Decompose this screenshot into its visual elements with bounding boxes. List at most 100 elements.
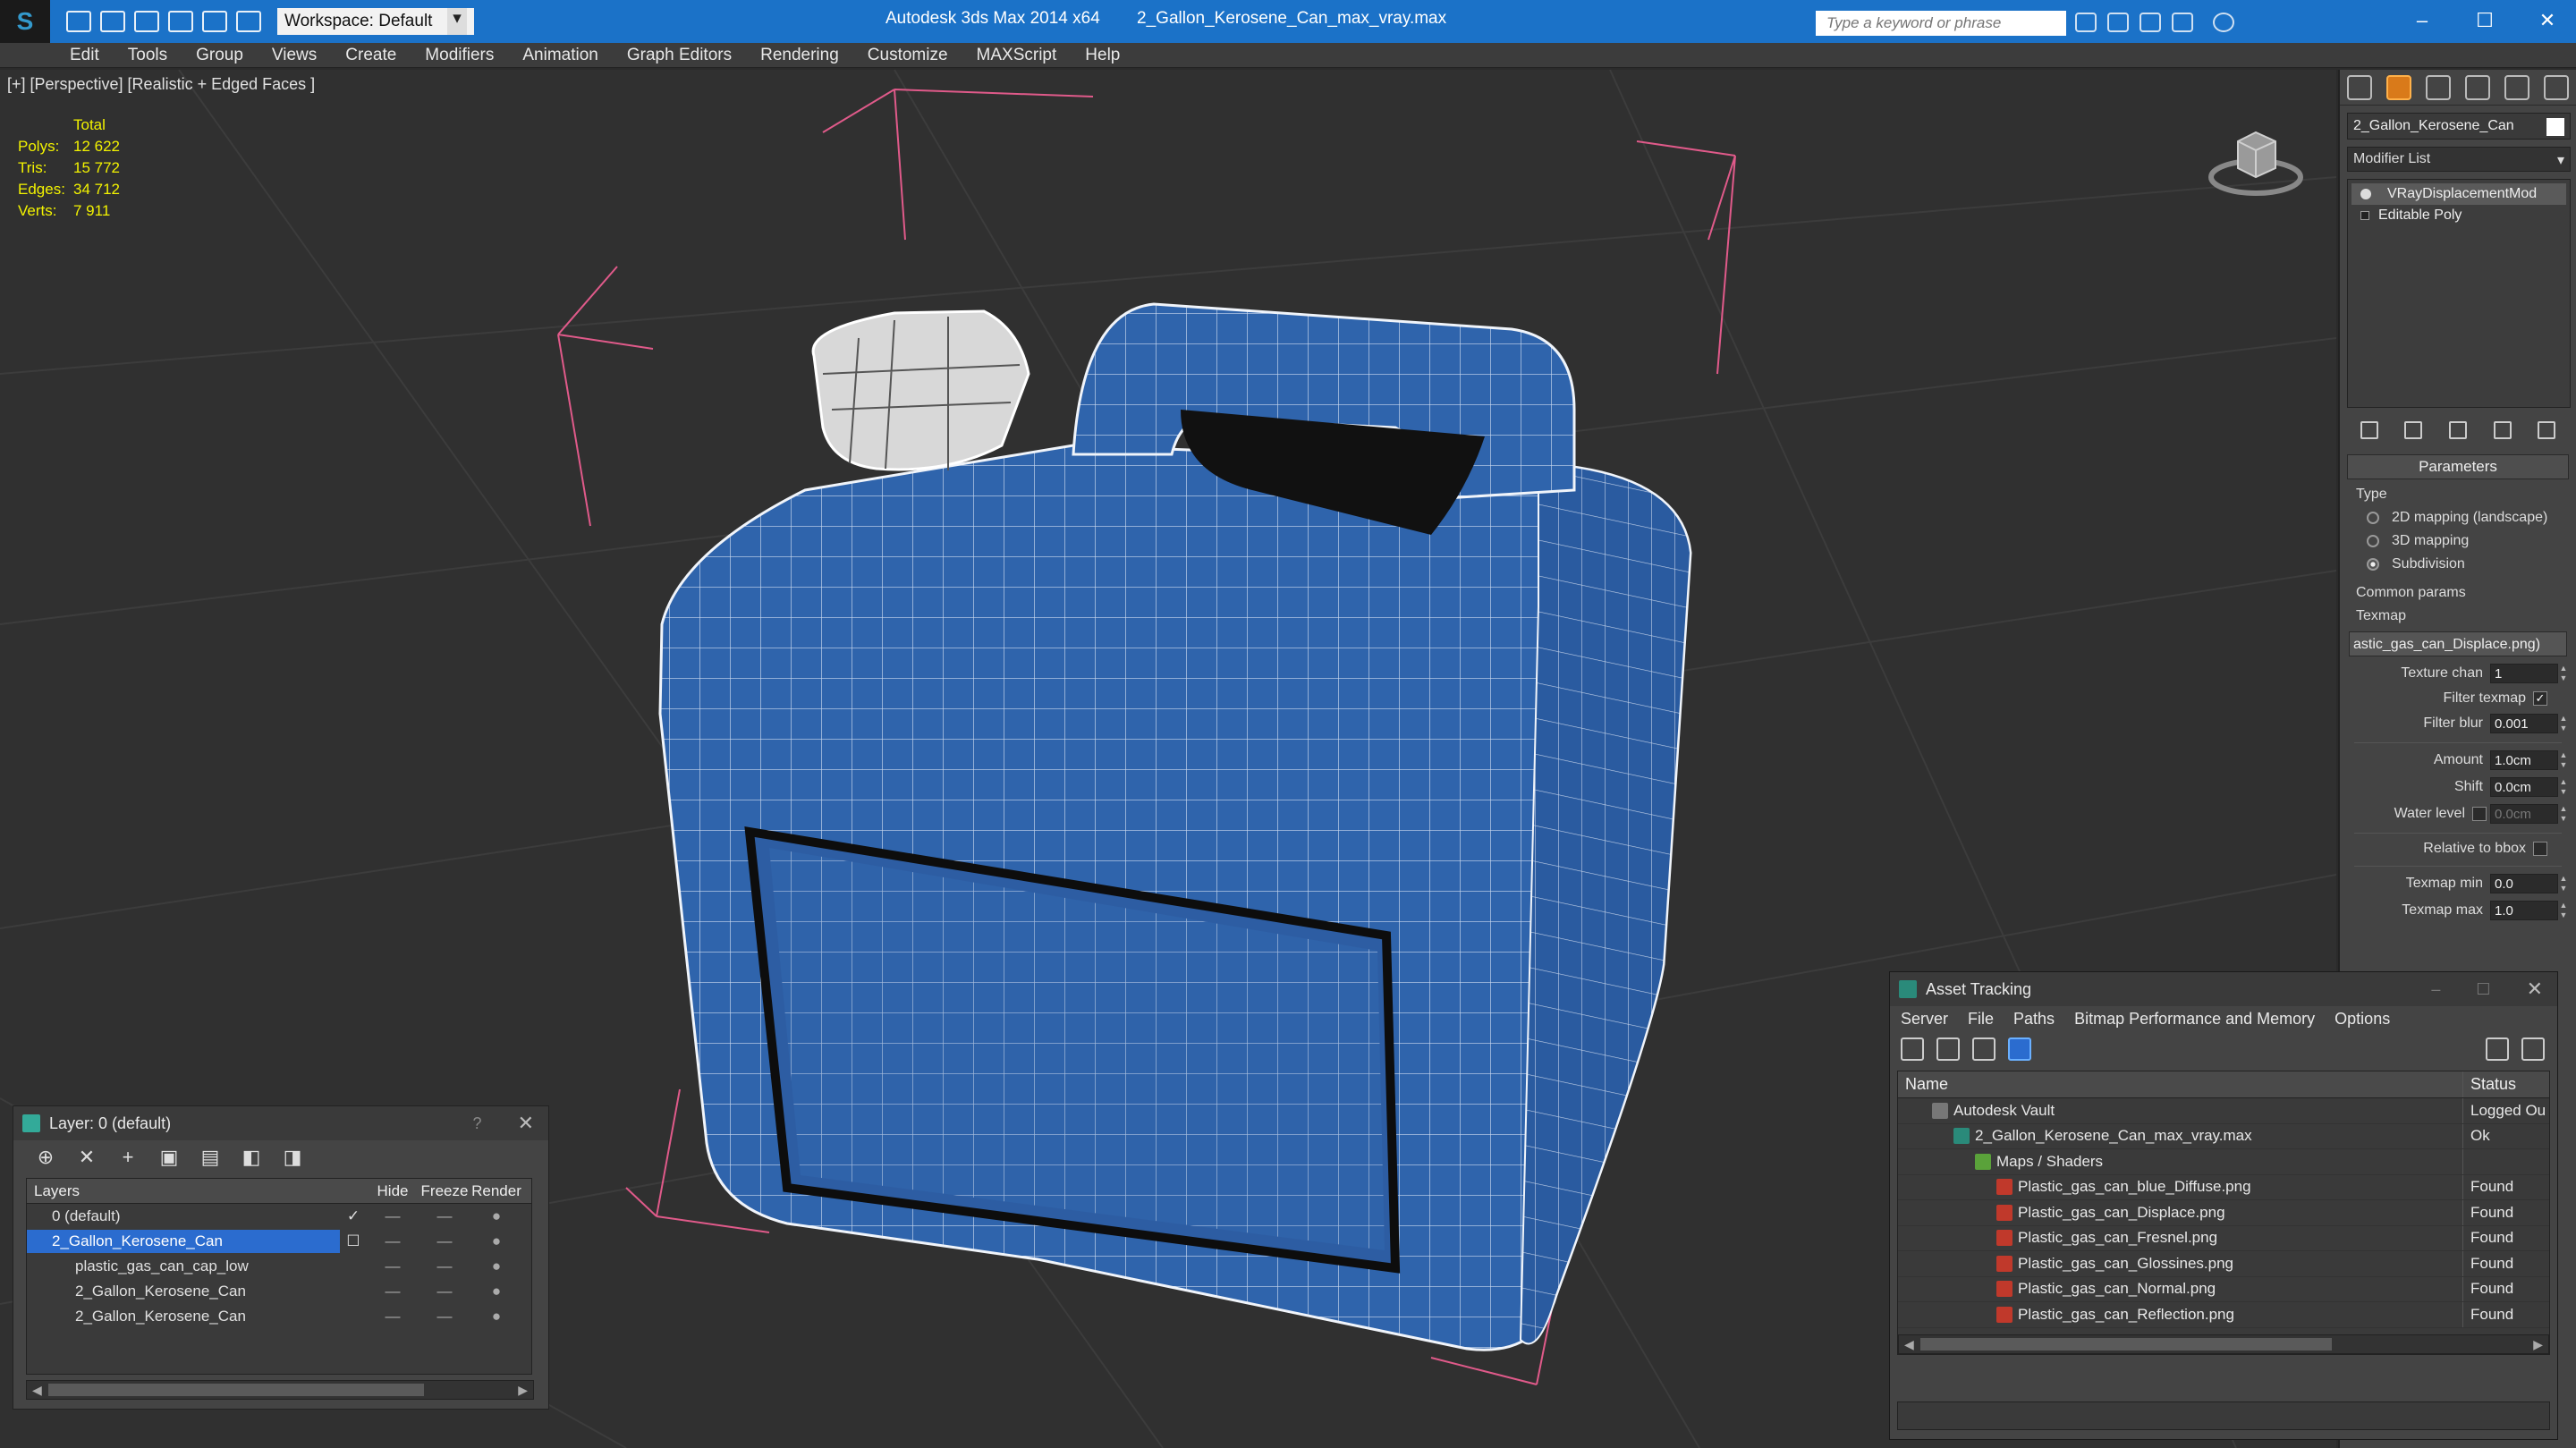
detail-view-icon[interactable]	[1972, 1037, 1996, 1061]
spinner-arrows-icon[interactable]: ▲ ▼	[2558, 901, 2569, 920]
asset-row[interactable]: Plastic_gas_can_Displace.png Found	[1898, 1200, 2549, 1226]
show-end-result-icon[interactable]	[2404, 421, 2423, 439]
communication-center-icon[interactable]	[2140, 13, 2161, 32]
maximize-button[interactable]: ☐	[2467, 5, 2503, 36]
amount-field[interactable]: 1.0cm	[2490, 750, 2558, 770]
minimize-icon[interactable]: –	[2431, 980, 2440, 999]
add-to-layer-icon[interactable]: +	[117, 1147, 139, 1168]
render-teapot-icon[interactable]: ●	[470, 1283, 522, 1300]
refresh-icon[interactable]	[1901, 1037, 1924, 1061]
project-folder-icon[interactable]	[236, 11, 261, 32]
active-layer-check-icon[interactable]: ✓	[340, 1207, 367, 1225]
subscription-icon[interactable]	[2107, 13, 2129, 32]
delete-layer-icon[interactable]: ✕	[76, 1147, 97, 1168]
highlight-layer-icon[interactable]: ▤	[199, 1147, 221, 1168]
select-objects-icon[interactable]: ▣	[158, 1147, 180, 1168]
modifier-list-dropdown[interactable]: Modifier List ▾	[2347, 147, 2571, 172]
spinner-arrows-icon[interactable]: ▲ ▼	[2558, 777, 2569, 797]
active-layer-box-icon[interactable]: ☐	[340, 1232, 367, 1250]
asset-row[interactable]: Plastic_gas_can_Glossines.png Found	[1898, 1251, 2549, 1277]
water-level-checkbox[interactable]	[2472, 807, 2487, 821]
spinner-arrows-icon[interactable]: ▲ ▼	[2558, 714, 2569, 733]
render-teapot-icon[interactable]: ●	[470, 1308, 522, 1325]
freeze-all-icon[interactable]: ◨	[282, 1147, 303, 1168]
hide-all-icon[interactable]: ◧	[241, 1147, 262, 1168]
object-color-swatch[interactable]	[2546, 118, 2564, 136]
maximize-icon[interactable]: ☐	[2476, 980, 2490, 999]
asset-menu-paths[interactable]: Paths	[2013, 1010, 2055, 1029]
settings-icon[interactable]	[2521, 1037, 2545, 1061]
asset-row[interactable]: Plastic_gas_can_Fresnel.png Found	[1898, 1225, 2549, 1251]
asset-tracking-titlebar[interactable]: Asset Tracking – ☐ ✕	[1890, 972, 2557, 1006]
menu-views[interactable]: Views	[272, 46, 317, 65]
texmap-button[interactable]: astic_gas_can_Displace.png)	[2349, 631, 2567, 656]
menu-tools[interactable]: Tools	[128, 46, 167, 65]
binoculars-icon[interactable]	[2075, 13, 2097, 32]
asset-row[interactable]: Maps / Shaders	[1898, 1149, 2549, 1175]
menu-modifiers[interactable]: Modifiers	[425, 46, 494, 65]
object-name-field[interactable]: 2_Gallon_Kerosene_Can	[2347, 113, 2571, 140]
save-file-icon[interactable]	[134, 11, 159, 32]
scroll-right-icon[interactable]: ▶	[2533, 1337, 2543, 1352]
filter-texmap-checkbox[interactable]: ✓	[2533, 691, 2547, 706]
asset-row[interactable]: 2_Gallon_Kerosene_Can_max_vray.max Ok	[1898, 1123, 2549, 1149]
layer-object-row[interactable]: 2_Gallon_Kerosene_Can — — ●	[27, 1279, 531, 1304]
type-option-2d[interactable]: 2D mapping (landscape)	[2367, 510, 2569, 526]
close-icon[interactable]: ✕	[518, 1112, 534, 1135]
close-button[interactable]: ✕	[2529, 5, 2565, 36]
hide-toggle[interactable]: —	[367, 1308, 419, 1325]
workspace-dropdown[interactable]: Workspace: Default ▾	[277, 8, 474, 35]
menu-create[interactable]: Create	[345, 46, 396, 65]
water-level-field[interactable]: 0.0cm	[2490, 804, 2558, 824]
hide-toggle[interactable]: —	[367, 1232, 419, 1250]
menu-maxscript[interactable]: MAXScript	[977, 46, 1057, 65]
new-file-icon[interactable]	[66, 11, 91, 32]
minimize-button[interactable]: –	[2404, 5, 2440, 36]
help-icon[interactable]	[2486, 1037, 2509, 1061]
configure-modifier-sets-icon[interactable]	[2538, 421, 2556, 439]
asset-row[interactable]: Autodesk Vault Logged Ou	[1898, 1098, 2549, 1124]
scroll-left-icon[interactable]: ◀	[1904, 1337, 1914, 1352]
asset-row[interactable]: Plastic_gas_can_Normal.png Found	[1898, 1276, 2549, 1302]
pin-stack-icon[interactable]	[2360, 421, 2378, 439]
type-option-3d[interactable]: 3D mapping	[2367, 533, 2569, 549]
create-tab-icon[interactable]	[2347, 74, 2372, 100]
spinner-arrows-icon[interactable]: ▲ ▼	[2558, 750, 2569, 770]
asset-row[interactable]: Plastic_gas_can_Reflection.png Found	[1898, 1302, 2549, 1328]
list-view-icon[interactable]	[1936, 1037, 1960, 1061]
menu-customize[interactable]: Customize	[868, 46, 948, 65]
undo-icon[interactable]	[168, 11, 193, 32]
redo-icon[interactable]	[202, 11, 227, 32]
render-teapot-icon[interactable]: ●	[470, 1232, 522, 1250]
make-unique-icon[interactable]	[2448, 421, 2467, 439]
hierarchy-tab-icon[interactable]	[2426, 74, 2451, 100]
scroll-left-icon[interactable]: ◀	[32, 1383, 42, 1398]
app-menu-button[interactable]: S	[0, 0, 50, 43]
hide-toggle[interactable]: —	[367, 1283, 419, 1300]
keyword-search-input[interactable]	[1816, 11, 2066, 36]
display-tab-icon[interactable]	[2504, 74, 2529, 100]
stack-item-editable-poly[interactable]: Editable Poly	[2351, 205, 2566, 226]
asset-row[interactable]: Plastic_gas_can_blue_Diffuse.png Found	[1898, 1174, 2549, 1200]
render-teapot-icon[interactable]: ●	[470, 1257, 522, 1275]
texmap-min-field[interactable]: 0.0	[2490, 874, 2558, 893]
freeze-toggle[interactable]: —	[419, 1207, 470, 1225]
relative-bbox-checkbox[interactable]	[2533, 842, 2547, 856]
help-icon[interactable]	[2213, 13, 2234, 32]
help-icon[interactable]: ?	[473, 1114, 482, 1133]
scroll-thumb[interactable]	[48, 1384, 424, 1396]
menu-edit[interactable]: Edit	[70, 46, 99, 65]
viewcube-icon[interactable]	[2202, 114, 2309, 204]
layer-row[interactable]: 2_Gallon_Kerosene_Can ☐ — — ●	[27, 1229, 531, 1254]
texture-chan-field[interactable]: 1	[2490, 664, 2558, 683]
horizontal-scrollbar[interactable]: ◀ ▶	[26, 1380, 534, 1400]
expand-box-icon[interactable]	[2360, 211, 2369, 220]
modify-tab-icon[interactable]	[2386, 74, 2411, 100]
layer-object-row[interactable]: 2_Gallon_Kerosene_Can — — ●	[27, 1304, 531, 1329]
lightbulb-icon[interactable]	[2360, 189, 2371, 199]
horizontal-scrollbar[interactable]: ◀ ▶	[1898, 1334, 2549, 1354]
layer-row[interactable]: 0 (default) ✓ — — ●	[27, 1204, 531, 1229]
close-icon[interactable]: ✕	[2527, 978, 2543, 1001]
freeze-toggle[interactable]: —	[419, 1283, 470, 1300]
scroll-right-icon[interactable]: ▶	[518, 1383, 528, 1398]
